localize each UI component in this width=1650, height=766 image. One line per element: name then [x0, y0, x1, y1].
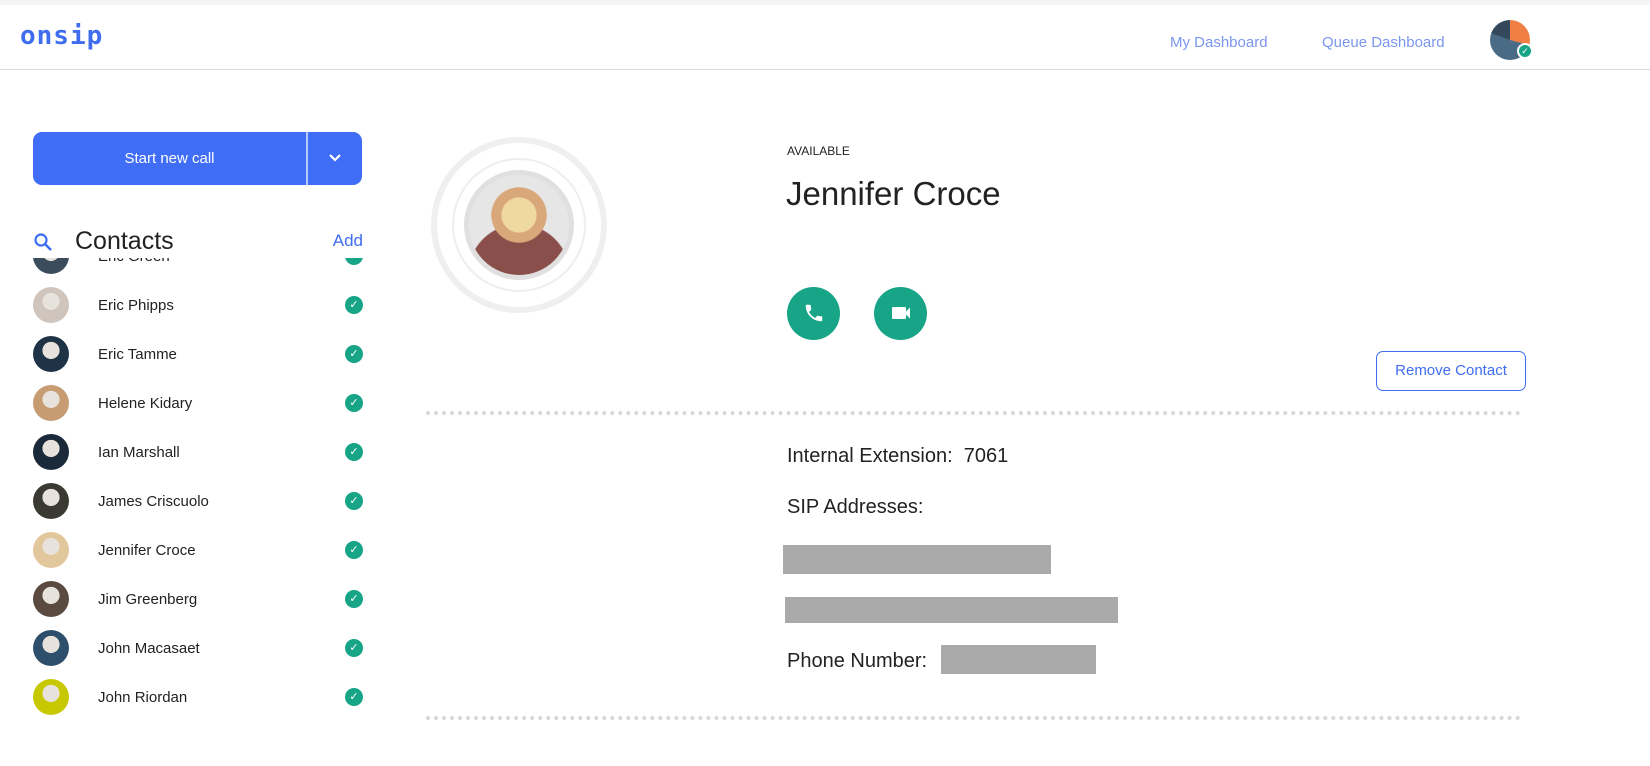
online-check-icon: ✓ — [345, 639, 363, 657]
contact-name: John Macasaet — [98, 639, 200, 657]
contact-avatar — [33, 287, 69, 323]
contact-avatar — [33, 679, 69, 715]
extension-label: Internal Extension: — [787, 445, 953, 467]
contact-list-item[interactable]: Helene Kidary ✓ — [33, 383, 363, 423]
contacts-title: Contacts — [75, 227, 174, 255]
online-check-icon: ✓ — [345, 258, 363, 265]
contact-avatar — [33, 434, 69, 470]
contact-photo — [464, 170, 574, 280]
contact-list[interactable]: Eric Green ✓ Eric Phipps ✓ Eric Tamme ✓ … — [0, 258, 380, 766]
contact-avatar — [33, 483, 69, 519]
video-call-button[interactable] — [874, 287, 927, 340]
contact-avatar — [33, 581, 69, 617]
phone-icon — [805, 304, 822, 322]
divider — [426, 411, 1521, 415]
contact-avatar — [33, 336, 69, 372]
contact-name: Jim Greenberg — [98, 590, 198, 608]
online-check-icon: ✓ — [345, 590, 363, 608]
nav-my-dashboard[interactable]: My Dashboard — [1170, 34, 1268, 51]
presence-status: AVAILABLE — [787, 144, 850, 158]
contacts-header: Contacts Add — [33, 225, 363, 257]
user-avatar[interactable]: ✓ — [1490, 20, 1533, 60]
contact-avatar-ring — [431, 137, 607, 313]
online-check-icon: ✓ — [1517, 43, 1533, 59]
contact-list-item[interactable]: Eric Phipps ✓ — [33, 285, 363, 325]
start-new-call-button[interactable]: Start new call — [33, 132, 308, 185]
contact-name: Helene Kidary — [98, 394, 193, 412]
contact-name: John Riordan — [98, 688, 188, 706]
phone-number-label: Phone Number: — [787, 650, 928, 672]
contact-list-item[interactable]: Jennifer Croce ✓ — [33, 530, 363, 570]
extension-value: 7061 — [963, 445, 1009, 467]
remove-contact-button[interactable]: Remove Contact — [1376, 351, 1526, 391]
contact-avatar — [33, 630, 69, 666]
divider — [426, 716, 1521, 720]
chevron-down-icon — [329, 154, 341, 162]
internal-extension-row: Internal Extension: 7061 — [787, 445, 1008, 468]
contact-list-item[interactable]: Jim Greenberg ✓ — [33, 579, 363, 619]
online-check-icon: ✓ — [345, 394, 363, 412]
contact-name: Jennifer Croce — [98, 541, 196, 559]
header: onsip My Dashboard Queue Dashboard ✓ — [0, 5, 1650, 70]
contact-name: Eric Green — [98, 258, 345, 265]
contact-list-item[interactable]: John Macasaet ✓ — [33, 628, 363, 668]
contact-list-item[interactable]: Eric Tamme ✓ — [33, 334, 363, 374]
online-check-icon: ✓ — [345, 443, 363, 461]
start-call-button-group: Start new call — [33, 132, 362, 185]
contact-name: Ian Marshall — [98, 443, 180, 461]
online-check-icon: ✓ — [345, 345, 363, 363]
contact-list-item[interactable]: John Riordan ✓ — [33, 677, 363, 717]
contact-avatar — [33, 385, 69, 421]
online-check-icon: ✓ — [345, 492, 363, 510]
nav-queue-dashboard[interactable]: Queue Dashboard — [1322, 34, 1445, 51]
online-check-icon: ✓ — [345, 296, 363, 314]
contact-avatar — [33, 258, 69, 274]
contact-name: Eric Tamme — [98, 345, 177, 363]
contact-name: James Criscuolo — [98, 492, 209, 510]
search-icon[interactable] — [33, 232, 53, 252]
contact-list-item[interactable]: James Criscuolo ✓ — [33, 481, 363, 521]
redacted-sip-address — [783, 545, 1051, 574]
redacted-sip-address — [785, 597, 1118, 623]
contact-list-item[interactable]: Ian Marshall ✓ — [33, 432, 363, 472]
contact-name: Eric Phipps — [98, 296, 174, 314]
call-button[interactable] — [787, 287, 840, 340]
contact-list-item[interactable]: Eric Green ✓ — [33, 258, 363, 276]
start-call-dropdown-button[interactable] — [308, 132, 362, 185]
add-contact-link[interactable]: Add — [333, 231, 363, 251]
redacted-phone-number — [941, 645, 1096, 674]
sip-addresses-label: SIP Addresses: — [787, 496, 924, 518]
online-check-icon: ✓ — [345, 541, 363, 559]
onsip-logo[interactable]: onsip — [20, 21, 103, 51]
contact-avatar — [33, 532, 69, 568]
video-camera-icon — [891, 307, 910, 319]
online-check-icon: ✓ — [345, 688, 363, 706]
contact-name: Jennifer Croce — [786, 175, 1001, 212]
